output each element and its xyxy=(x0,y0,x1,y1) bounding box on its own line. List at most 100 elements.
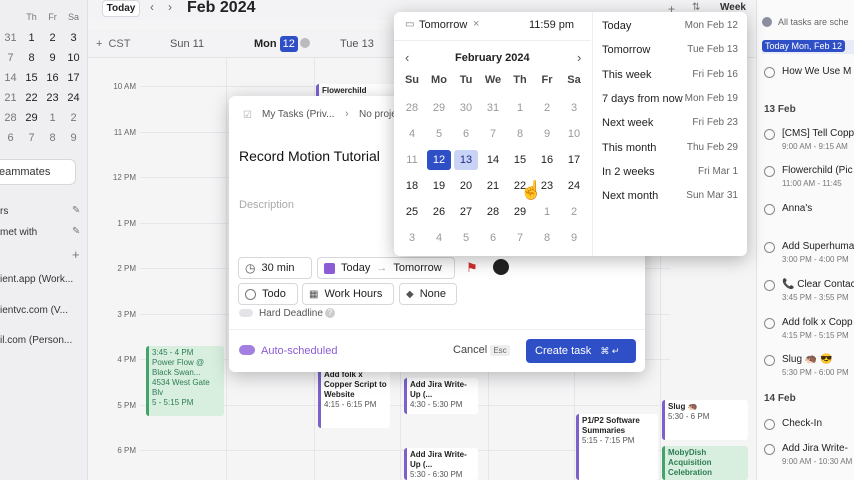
quick-date-option[interactable]: Tomorrow Tue Feb 13 xyxy=(602,44,738,56)
picker-day[interactable]: 2 xyxy=(562,202,586,222)
auto-schedule-toggle[interactable] xyxy=(239,345,255,355)
picker-day[interactable]: 13 xyxy=(454,150,478,170)
mini-cal-day[interactable]: 6 xyxy=(0,132,21,144)
mini-cal-day[interactable]: 9 xyxy=(42,52,63,64)
teammates-button[interactable]: eammates xyxy=(0,159,76,185)
picker-day[interactable]: 25 xyxy=(400,202,424,222)
mini-cal-day[interactable]: 14 xyxy=(0,72,21,84)
picker-day[interactable]: 29 xyxy=(508,202,532,222)
mini-cal-day[interactable]: 9 xyxy=(63,132,84,144)
picker-day[interactable]: 9 xyxy=(562,228,586,248)
task-check-circle[interactable] xyxy=(764,280,775,291)
day-mon[interactable]: Mon 12 xyxy=(254,36,298,52)
picker-day[interactable]: 8 xyxy=(508,124,532,144)
picker-day[interactable]: 16 xyxy=(535,150,559,170)
task-title[interactable]: 📞 Clear Contac xyxy=(782,279,854,290)
picker-day[interactable]: 3 xyxy=(400,228,424,248)
timezone-label[interactable]: + CST xyxy=(96,38,130,50)
picker-day[interactable]: 30 xyxy=(454,98,478,118)
hard-deadline-toggle[interactable] xyxy=(239,309,253,317)
picker-day[interactable]: 28 xyxy=(400,98,424,118)
quick-date-option[interactable]: Next month Sun Mar 31 xyxy=(602,190,738,202)
mini-cal-day[interactable]: 8 xyxy=(21,52,42,64)
date-range-select[interactable]: Today → Tomorrow xyxy=(317,257,455,279)
mini-cal-day[interactable]: 8 xyxy=(42,132,63,144)
mini-cal-day[interactable]: 3 xyxy=(63,32,84,44)
task-title[interactable]: Anna's xyxy=(782,203,812,214)
event-add-folk[interactable]: Add folk x Copper Script to Website 4:15 … xyxy=(318,368,390,428)
label-select[interactable]: ◆ None xyxy=(399,283,457,305)
task-title[interactable]: [CMS] Tell Copp xyxy=(782,128,854,139)
picker-day[interactable]: 31 xyxy=(481,98,505,118)
picker-day[interactable]: 17 xyxy=(562,150,586,170)
quick-date-option[interactable]: 7 days from now Mon Feb 19 xyxy=(602,93,738,105)
picker-day[interactable]: 5 xyxy=(454,228,478,248)
task-check-circle[interactable] xyxy=(764,204,775,215)
mini-cal-day[interactable]: 24 xyxy=(63,92,84,104)
next-month-icon[interactable]: › xyxy=(577,50,581,65)
picker-day[interactable]: 7 xyxy=(481,124,505,144)
picker-day[interactable]: 10 xyxy=(562,124,586,144)
mini-cal-day[interactable]: 22 xyxy=(21,92,42,104)
picker-day[interactable]: 26 xyxy=(427,202,451,222)
mini-cal-day[interactable]: 1 xyxy=(42,112,63,124)
picker-day[interactable]: 8 xyxy=(535,228,559,248)
picker-day[interactable]: 21 xyxy=(481,176,505,196)
task-title[interactable]: Add Jira Write- xyxy=(782,443,848,454)
next-week-icon[interactable]: › xyxy=(168,0,172,14)
picker-day[interactable]: 12 xyxy=(427,150,451,170)
task-check-circle[interactable] xyxy=(764,318,775,329)
picker-day[interactable]: 19 xyxy=(427,176,451,196)
mini-cal-day[interactable]: 2 xyxy=(42,32,63,44)
picker-day[interactable]: 14 xyxy=(481,150,505,170)
picker-day[interactable]: 20 xyxy=(454,176,478,196)
task-check-circle[interactable] xyxy=(764,444,775,455)
mini-cal-day[interactable]: 29 xyxy=(21,112,42,124)
pencil-icon[interactable]: ✎ xyxy=(72,205,80,216)
picker-day[interactable]: 5 xyxy=(427,124,451,144)
task-check-circle[interactable] xyxy=(764,129,775,140)
clear-icon[interactable]: × xyxy=(473,18,479,30)
task-title[interactable]: Slug 🦔 😎 xyxy=(782,354,832,365)
sidebar-item-4[interactable]: il.com (Person... xyxy=(0,335,72,346)
picker-day[interactable]: 29 xyxy=(427,98,451,118)
mini-cal-day[interactable]: 7 xyxy=(0,52,21,64)
mini-cal-day[interactable]: 2 xyxy=(63,112,84,124)
quick-date-option[interactable]: Next week Fri Feb 23 xyxy=(602,117,738,129)
picker-day[interactable]: 7 xyxy=(508,228,532,248)
picker-day[interactable]: 11 xyxy=(400,150,424,170)
mini-cal-day[interactable]: 31 xyxy=(0,32,21,44)
workspace-breadcrumb[interactable]: My Tasks (Priv... xyxy=(262,109,334,120)
quick-date-option[interactable]: This month Thu Feb 29 xyxy=(602,142,738,154)
day-sun[interactable]: Sun 11 xyxy=(170,38,204,50)
task-title[interactable]: How We Use M xyxy=(782,66,851,77)
prev-month-icon[interactable]: ‹ xyxy=(405,50,409,65)
picker-day[interactable]: 1 xyxy=(508,98,532,118)
time-input[interactable]: 11:59 pm xyxy=(529,19,574,31)
quick-date-option[interactable]: This week Fri Feb 16 xyxy=(602,69,738,81)
picker-day[interactable]: 15 xyxy=(508,150,532,170)
picker-day[interactable]: 1 xyxy=(535,202,559,222)
date-input[interactable]: Tomorrow xyxy=(419,19,467,31)
prev-week-icon[interactable]: ‹ xyxy=(150,0,154,14)
mini-cal-day[interactable]: 16 xyxy=(42,72,63,84)
sidebar-item-1[interactable]: met with xyxy=(0,227,37,238)
sidebar-item-3[interactable]: ientvc.com (V... xyxy=(0,305,68,316)
task-title[interactable]: Flowerchild (Pic xyxy=(782,165,853,176)
duration-select[interactable]: ◷ 30 min xyxy=(238,257,312,279)
today-button[interactable]: Today xyxy=(102,0,140,17)
picker-day[interactable]: 28 xyxy=(481,202,505,222)
task-check-circle[interactable] xyxy=(764,419,775,430)
mini-cal-day[interactable]: 15 xyxy=(21,72,42,84)
event-power-flow[interactable]: 3:45 - 4 PM Power Flow @ Black Swan... 453… xyxy=(146,346,224,416)
picker-day[interactable]: 6 xyxy=(481,228,505,248)
cancel-button[interactable]: Cancel Esc xyxy=(453,344,510,356)
task-check-circle[interactable] xyxy=(764,166,775,177)
pencil-icon[interactable]: ✎ xyxy=(72,226,80,237)
event-slug[interactable]: Slug 🦔 5:30 - 6 PM xyxy=(662,400,748,440)
mini-cal-day[interactable]: 7 xyxy=(21,132,42,144)
picker-day[interactable]: 4 xyxy=(400,124,424,144)
mini-cal-day[interactable]: 28 xyxy=(0,112,21,124)
avatar[interactable] xyxy=(493,259,509,275)
schedule-select[interactable]: ▦ Work Hours xyxy=(302,283,394,305)
